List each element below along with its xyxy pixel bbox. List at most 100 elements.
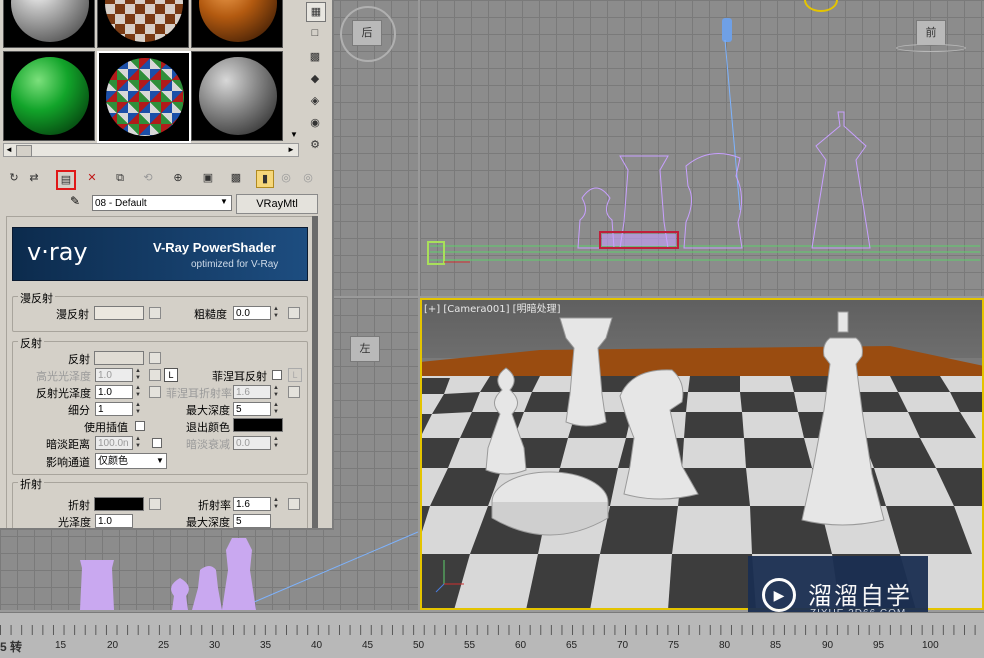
slot-scrollbar[interactable] (3, 143, 299, 157)
video-check-icon[interactable]: ◈ (306, 92, 324, 110)
dim-distance-spinner[interactable]: ▲ ▼ (134, 436, 142, 450)
refr-max-depth-label: 最大深度 (186, 516, 230, 529)
reset-material-icon[interactable]: ✕ (84, 170, 100, 186)
hilight-gloss-field[interactable]: 1.0 (95, 368, 133, 382)
refr-gloss-label: 光泽度 (58, 516, 91, 529)
backlight-icon[interactable]: □ (306, 24, 324, 42)
material-editor-window[interactable]: ◄ ► ▼ ▦ □ ▩ ◆ ◈ ◉ ⚙ ↻ ⇄ ▤ ✕ ⧉ ⟲ ⊕ ▣ ▩ ▮ … (0, 0, 334, 530)
refl-gloss-map-button[interactable] (149, 386, 161, 398)
material-slot-4[interactable] (3, 51, 95, 141)
fresnel-checkbox[interactable] (272, 370, 282, 380)
tick-label: 85 (770, 640, 782, 651)
material-slot-6[interactable] (191, 51, 283, 141)
vray-banner: v·ray V-Ray PowerShader optimized for V-… (12, 227, 308, 281)
roughness-field[interactable]: 0.0 (233, 306, 271, 320)
make-unique-icon[interactable]: ⟲ (140, 170, 156, 186)
go-to-parent-icon[interactable]: ◎ (278, 170, 294, 186)
options-icon[interactable]: ⚙ (306, 136, 324, 154)
fresnel-lock-button[interactable]: L (288, 368, 302, 382)
refl-gloss-label: 反射光泽度 (36, 387, 91, 400)
diffuse-map-button[interactable] (149, 307, 161, 319)
ior-spinner[interactable]: ▲ ▼ (272, 497, 280, 511)
material-name-field[interactable]: 08 - Default (92, 195, 232, 211)
material-slot-5[interactable] (97, 51, 191, 143)
reflect-color-swatch[interactable] (94, 351, 144, 365)
lock-button[interactable]: L (164, 368, 178, 382)
sphere-preview (105, 0, 183, 42)
refraction-group-title: 折射 (18, 476, 44, 492)
scroll-right-icon[interactable]: ► (287, 145, 295, 154)
dim-falloff-spinner[interactable]: ▲ ▼ (272, 436, 280, 450)
uv-tiling-icon[interactable]: ◆ (306, 70, 324, 88)
material-id-icon[interactable]: ▣ (200, 170, 216, 186)
subdivs-label: 细分 (68, 404, 90, 417)
dim-distance-field[interactable]: 100.0n (95, 436, 133, 450)
background-icon[interactable]: ▩ (306, 48, 324, 66)
fresnel-ior-field[interactable]: 1.6 (233, 385, 271, 399)
max-depth-label: 最大深度 (186, 404, 230, 417)
get-material-icon[interactable]: ↻ (6, 170, 22, 186)
fresnel-ior-spinner[interactable]: ▲ ▼ (272, 385, 280, 399)
material-slot-1[interactable] (3, 0, 95, 48)
material-slot-2[interactable] (97, 0, 189, 48)
front-viewport[interactable]: 前 (420, 0, 984, 296)
copy-material-icon[interactable]: ⧉ (112, 170, 128, 186)
fresnel-ior-map-button[interactable] (288, 386, 300, 398)
eyedropper-icon[interactable]: ✎ (70, 194, 80, 208)
show-map-icon[interactable]: ▩ (228, 170, 244, 186)
tick-label: 95 (873, 640, 885, 651)
use-interp-label: 使用插值 (84, 421, 128, 434)
refract-label: 折射 (68, 499, 90, 512)
sphere-preview (106, 58, 184, 136)
make-preview-icon[interactable]: ◉ (306, 114, 324, 132)
material-type-button[interactable]: VRayMtl (236, 194, 318, 214)
dim-falloff-label: 暗淡衰减 (186, 438, 230, 451)
sample-type-icon[interactable]: ▦ (306, 2, 326, 22)
refl-gloss-field[interactable]: 1.0 (95, 385, 133, 399)
refract-color-swatch[interactable] (94, 497, 144, 511)
diffuse-group-title: 漫反射 (18, 290, 55, 306)
affect-channels-chevron-icon[interactable]: ▼ (156, 456, 164, 465)
tick-label: 90 (822, 640, 834, 651)
roughness-spinner[interactable]: ▲ ▼ (272, 306, 280, 320)
scroll-thumb[interactable] (16, 145, 32, 157)
put-to-library-icon[interactable]: ⊕ (170, 170, 186, 186)
sphere-preview (11, 0, 89, 42)
exit-color-label: 退出颜色 (186, 421, 230, 434)
hilight-gloss-label: 高光光泽度 (36, 370, 91, 383)
subdivs-field[interactable]: 1 (95, 402, 133, 416)
viewcube-back-face[interactable]: 后 (352, 20, 382, 46)
put-to-scene-icon[interactable]: ⇄ (26, 170, 42, 186)
tick-label: 20 (107, 640, 119, 651)
front-scene (427, 39, 980, 265)
scroll-left-icon[interactable]: ◄ (5, 145, 13, 154)
show-end-result-icon[interactable]: ▮ (256, 170, 274, 188)
assign-to-selection-icon[interactable]: ▤ (56, 170, 76, 190)
refl-gloss-spinner[interactable]: ▲ ▼ (134, 385, 142, 399)
material-slot-3[interactable] (191, 0, 283, 48)
dim-falloff-field[interactable]: 0.0 (233, 436, 271, 450)
ior-map-button[interactable] (288, 498, 300, 510)
go-forward-sibling-icon[interactable]: ◎ (300, 170, 316, 186)
hilight-gloss-map-button[interactable] (149, 369, 161, 381)
use-interp-checkbox[interactable] (135, 421, 145, 431)
tick-label: 75 (668, 640, 680, 651)
refr-gloss-field[interactable]: 1.0 (95, 514, 133, 528)
subdivs-spinner[interactable]: ▲ ▼ (134, 402, 142, 416)
refr-max-depth-field[interactable]: 5 (233, 514, 271, 528)
ior-field[interactable]: 1.6 (233, 497, 271, 511)
rollout-scrollbar[interactable] (312, 216, 318, 528)
max-depth-spinner[interactable]: ▲ ▼ (272, 402, 280, 416)
reflect-map-button[interactable] (149, 352, 161, 364)
reflect-label: 反射 (68, 353, 90, 366)
roughness-map-button[interactable] (288, 307, 300, 319)
dim-distance-checkbox[interactable] (152, 438, 162, 448)
diffuse-color-swatch[interactable] (94, 306, 144, 320)
timeline-ruler[interactable] (0, 612, 984, 658)
vscroll-down-icon[interactable]: ▼ (290, 130, 298, 139)
refract-map-button[interactable] (149, 498, 161, 510)
exit-color-swatch[interactable] (233, 418, 283, 432)
max-depth-field[interactable]: 5 (233, 402, 271, 416)
hilight-gloss-spinner[interactable]: ▲ ▼ (134, 368, 142, 382)
material-name-dropdown-icon[interactable]: ▼ (220, 197, 228, 206)
